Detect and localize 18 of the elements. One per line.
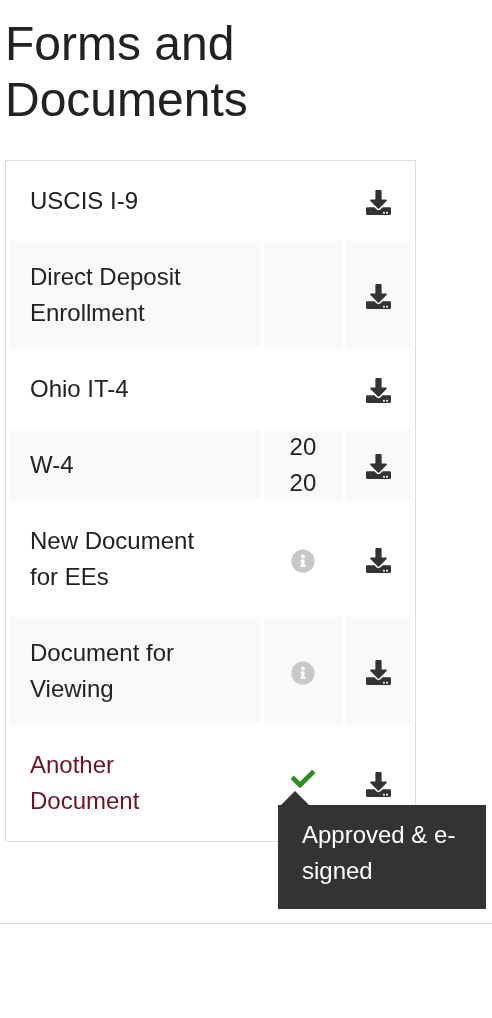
document-name: W-4 (30, 450, 74, 480)
tooltip-arrow-icon (280, 791, 309, 805)
download-button[interactable] (365, 660, 391, 686)
document-name: Direct Deposit Enrollment (30, 262, 182, 328)
document-name: Ohio IT-4 (30, 374, 129, 404)
download-button[interactable] (365, 378, 391, 404)
download-button[interactable] (365, 772, 391, 798)
download-button[interactable] (365, 190, 391, 216)
document-name: USCIS I-9 (30, 186, 139, 216)
download-button[interactable] (365, 284, 391, 310)
download-button[interactable] (365, 548, 391, 574)
document-name: Document for Viewing (30, 638, 176, 704)
year-text: 2020 (288, 432, 318, 498)
document-link[interactable]: Another Document (30, 747, 225, 819)
document-name: New Document for EEs (30, 526, 196, 592)
download-button[interactable] (365, 454, 391, 480)
page-title: Forms and Documents (5, 16, 249, 128)
check-icon (290, 767, 315, 791)
